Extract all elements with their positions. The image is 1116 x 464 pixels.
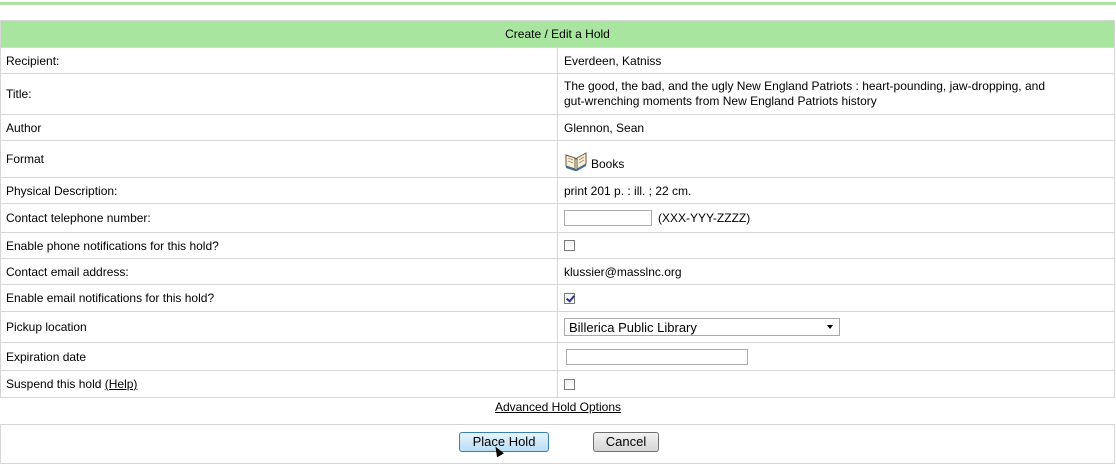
physical-value: print 201 p. : ill. ; 22 cm. [564,183,692,198]
advanced-hold-options-link[interactable]: Advanced Hold Options [495,400,621,414]
format-value: Books [591,156,625,171]
format-label: Format [1,141,558,177]
expiration-label: Expiration date [1,343,558,370]
row-expiration: Expiration date [1,343,1114,371]
hold-form: Create / Edit a Hold Recipient: Everdeen… [0,20,1115,398]
row-pickup: Pickup location Billerica Public Library [1,312,1114,343]
pickup-location-select[interactable]: Billerica Public Library [564,318,840,336]
row-physical: Physical Description: print 201 p. : ill… [1,178,1114,204]
row-phone: Contact telephone number: (XXX-YYY-ZZZZ) [1,204,1114,233]
cancel-button[interactable]: Cancel [593,432,659,452]
phone-field[interactable] [564,210,652,226]
pickup-selected: Billerica Public Library [569,319,697,335]
place-hold-button[interactable]: Place Hold [459,432,549,452]
row-title: Title: The good, the bad, and the ugly N… [1,74,1114,115]
title-value: The good, the bad, and the ugly New Engl… [564,79,1045,108]
help-link[interactable]: (Help) [105,377,138,391]
email-notify-label: Enable email notifications for this hold… [1,285,558,311]
phone-notify-label: Enable phone notifications for this hold… [1,233,558,258]
row-email: Contact email address: klussier@masslnc.… [1,259,1114,285]
book-icon [564,149,588,171]
phone-hint: (XXX-YYY-ZZZZ) [658,211,751,225]
row-recipient: Recipient: Everdeen, Katniss [1,48,1114,74]
chevron-down-icon [827,325,833,329]
suspend-label: Suspend this hold [6,377,102,391]
recipient-label: Recipient: [1,48,558,73]
row-email-notify: Enable email notifications for this hold… [1,285,1114,312]
row-author: Author Glennon, Sean [1,115,1114,141]
top-divider [0,2,1116,5]
physical-label: Physical Description: [1,178,558,203]
author-value: Glennon, Sean [564,120,645,135]
title-label: Title: [1,74,558,114]
email-value: klussier@masslnc.org [564,264,682,279]
expiration-date-field[interactable] [566,348,748,365]
row-format: Format Books [1,141,1114,178]
email-notify-checkbox[interactable] [564,292,575,304]
recipient-value: Everdeen, Katniss [564,53,662,68]
button-bar: Place Hold Cancel [0,424,1115,464]
row-suspend: Suspend this hold (Help) [1,371,1114,398]
form-header: Create / Edit a Hold [1,21,1114,48]
phone-notify-checkbox[interactable] [564,240,575,251]
pickup-label: Pickup location [1,312,558,342]
author-label: Author [1,115,558,140]
row-phone-notify: Enable phone notifications for this hold… [1,233,1114,259]
email-label: Contact email address: [1,259,558,284]
suspend-checkbox[interactable] [564,378,575,390]
phone-label: Contact telephone number: [1,204,558,232]
